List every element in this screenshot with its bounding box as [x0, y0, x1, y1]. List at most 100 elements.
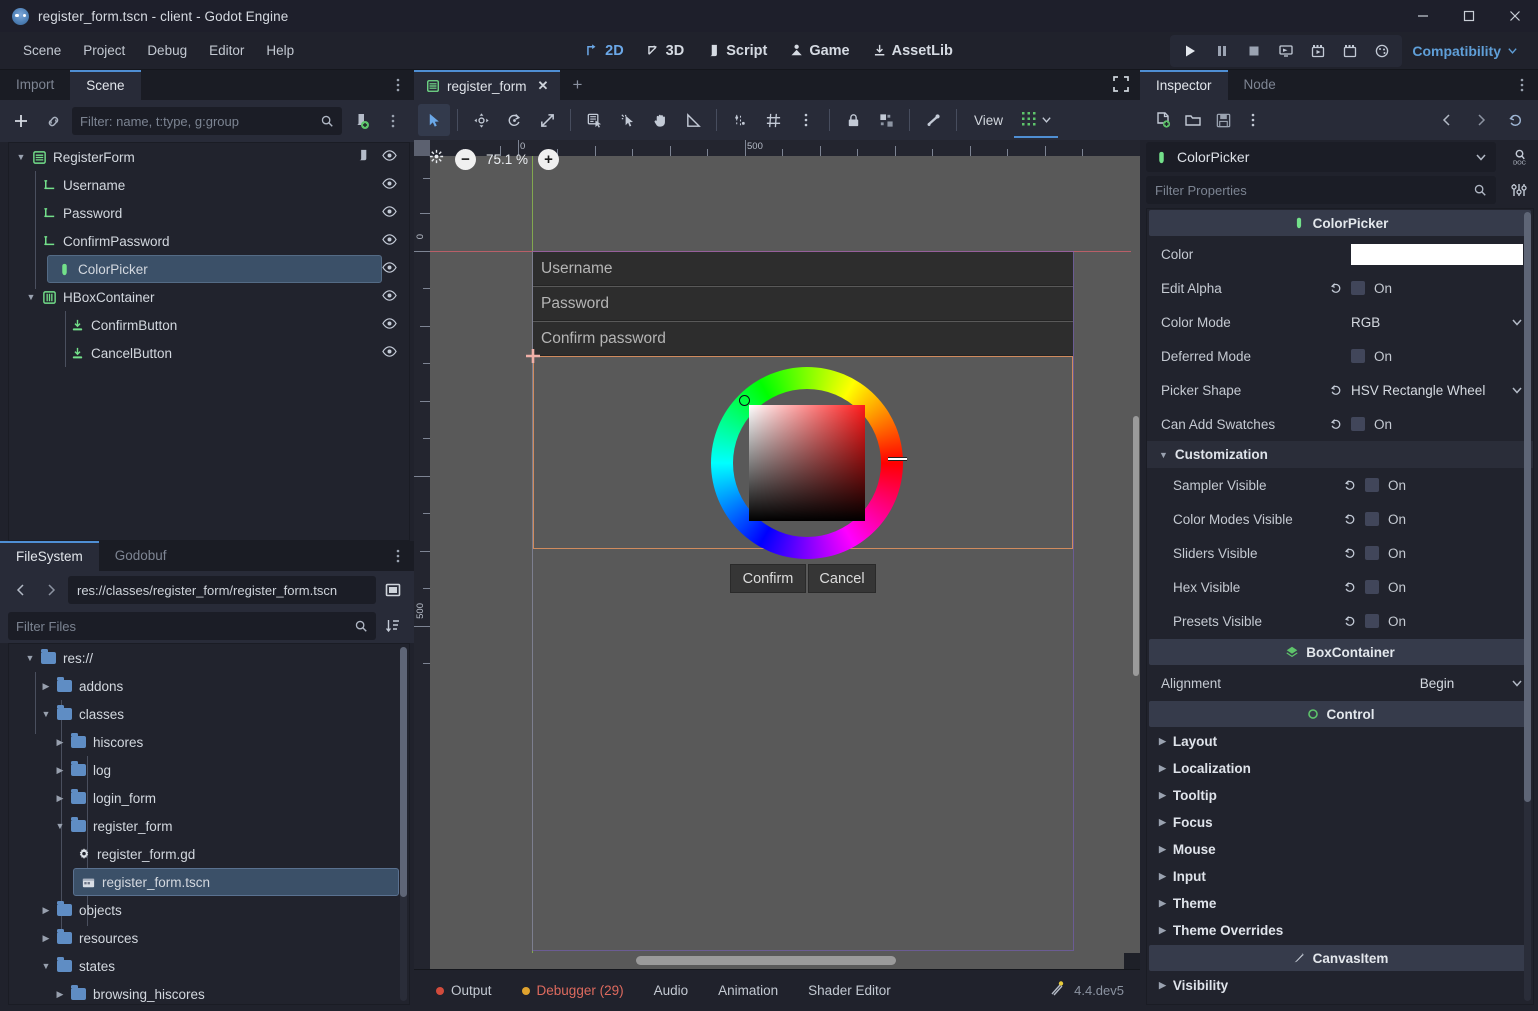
play-button[interactable]	[1174, 37, 1206, 65]
filesystem-scrollbar-thumb[interactable]	[400, 647, 407, 897]
tab-assetlib[interactable]: AssetLib	[863, 39, 962, 63]
history-forward-button[interactable]	[38, 577, 64, 603]
zoom-in-button[interactable]: +	[538, 148, 560, 170]
canvas-horizontal-scrollbar[interactable]	[430, 953, 1124, 969]
dropdown-control[interactable]: RGB	[1351, 315, 1523, 330]
property-group-input[interactable]: ▶ Input	[1147, 863, 1533, 890]
tab-import[interactable]: Import	[0, 70, 70, 100]
attach-script-button[interactable]	[348, 108, 374, 134]
inspector-scrollbar-thumb[interactable]	[1524, 212, 1531, 802]
visibility-toggle-icon[interactable]	[382, 316, 397, 334]
revert-icon[interactable]	[1327, 281, 1345, 295]
preview-field-password[interactable]: Password	[533, 287, 1073, 321]
scene-options-button[interactable]	[380, 108, 406, 134]
fs-item-objects[interactable]: ▶ objects	[9, 896, 409, 924]
tab-3d[interactable]: 3D	[637, 39, 694, 63]
property-group-customization[interactable]: ▼ Customization	[1147, 441, 1533, 468]
property-group-visibility[interactable]: ▶ Visibility	[1147, 972, 1533, 999]
checkbox-control[interactable]: On	[1365, 546, 1523, 561]
preview-confirm-button[interactable]: Confirm	[730, 564, 806, 593]
scene-tree-item-colorpicker[interactable]: ColorPicker	[47, 255, 382, 283]
history-back-button[interactable]	[8, 577, 34, 603]
checkbox-control[interactable]: On	[1351, 417, 1523, 432]
scene-tree-item-cancelbutton[interactable]: CancelButton	[9, 339, 409, 367]
visibility-toggle-icon[interactable]	[382, 148, 397, 166]
bottom-tab-output[interactable]: Output	[430, 979, 498, 1002]
inspector-scrollbar[interactable]	[1524, 212, 1531, 1001]
chevron-right-icon[interactable]: ▶	[1159, 898, 1166, 909]
property-group-layout[interactable]: ▶ Layout	[1147, 728, 1533, 755]
chevron-right-icon[interactable]: ▶	[1159, 817, 1166, 828]
selection-pivot-handle[interactable]	[526, 349, 540, 363]
menu-debug[interactable]: Debug	[136, 39, 198, 62]
scene-canvas[interactable]: Username Password Confirm password Confi…	[430, 156, 1140, 953]
checkbox-icon[interactable]	[1365, 478, 1379, 492]
scale-tool-button[interactable]	[531, 104, 563, 136]
property-group-ordering[interactable]: ▶ Ordering	[1147, 999, 1533, 1004]
tab-node[interactable]: Node	[1228, 70, 1292, 100]
inspector-dock-menu-icon[interactable]	[1514, 77, 1530, 98]
property-row-color-mode[interactable]: Color Mode RGB	[1147, 305, 1533, 339]
property-row-presets-visible[interactable]: Presets Visible On	[1147, 604, 1533, 638]
property-row-edit-alpha[interactable]: Edit Alpha On	[1147, 271, 1533, 305]
canvas-viewport[interactable]: Username Password Confirm password Confi…	[414, 140, 1140, 969]
pan-tool-button[interactable]	[644, 104, 676, 136]
chevron-down-icon[interactable]: ▼	[23, 653, 37, 663]
property-group-tooltip[interactable]: ▶ Tooltip	[1147, 782, 1533, 809]
menu-editor[interactable]: Editor	[198, 39, 255, 62]
chevron-down-icon[interactable]: ▼	[39, 709, 53, 719]
sort-files-button[interactable]	[380, 613, 406, 639]
property-group-localization[interactable]: ▶ Localization	[1147, 755, 1533, 782]
visibility-toggle-icon[interactable]	[382, 232, 397, 250]
tab-2d[interactable]: 2D	[576, 39, 633, 63]
add-node-button[interactable]	[8, 108, 34, 134]
filesystem-tree[interactable]: ▼ res:// ▶ addons ▼ classes ▶ hiscores ▶…	[8, 643, 410, 1005]
property-row-hex-visible[interactable]: Hex Visible On	[1147, 570, 1533, 604]
zoom-out-button[interactable]: −	[455, 148, 476, 170]
load-resource-button[interactable]	[1180, 107, 1206, 133]
chevron-right-icon[interactable]: ▶	[1159, 871, 1166, 882]
hue-ring-marker[interactable]	[888, 457, 907, 461]
view-menu-button[interactable]: View	[964, 107, 1013, 134]
chevron-down-icon[interactable]: ▼	[39, 961, 53, 971]
filesystem-dock-menu-icon[interactable]	[390, 548, 406, 569]
checkbox-icon[interactable]	[1351, 417, 1365, 431]
revert-icon[interactable]	[1327, 417, 1345, 431]
skeleton-options-button[interactable]	[917, 104, 949, 136]
list-select-tool-button[interactable]	[578, 104, 610, 136]
canvas-vertical-scrollbar[interactable]	[1131, 156, 1140, 953]
revert-icon[interactable]	[1341, 478, 1359, 492]
scene-filter-box[interactable]	[72, 107, 342, 135]
checkbox-icon[interactable]	[1351, 349, 1365, 363]
bottom-tab-audio[interactable]: Audio	[648, 979, 695, 1002]
bottom-tab-debugger[interactable]: Debugger (29)	[516, 979, 630, 1002]
revert-icon[interactable]	[1341, 614, 1359, 628]
chevron-right-icon[interactable]: ▶	[1159, 844, 1166, 855]
chevron-right-icon[interactable]: ▶	[53, 737, 67, 748]
visibility-toggle-icon[interactable]	[382, 204, 397, 222]
scene-tree-item-username[interactable]: Username	[9, 171, 409, 199]
property-group-theme[interactable]: ▶ Theme	[1147, 890, 1533, 917]
checkbox-control[interactable]: On	[1365, 580, 1523, 595]
fs-item-states[interactable]: ▼ states	[9, 952, 409, 980]
scene-tree-item-confirmbutton[interactable]: ConfirmButton	[9, 311, 409, 339]
inspector-options-button[interactable]	[1506, 177, 1532, 203]
lock-button[interactable]	[837, 104, 869, 136]
tab-godobuf[interactable]: Godobuf	[99, 541, 183, 571]
fs-item-register-form-gd[interactable]: register_form.gd	[9, 840, 409, 868]
property-row-sampler-visible[interactable]: Sampler Visible On	[1147, 468, 1533, 502]
scene-filter-input[interactable]	[80, 113, 314, 129]
history-prev-button[interactable]	[1434, 107, 1460, 133]
revert-icon[interactable]	[1327, 383, 1345, 397]
checkbox-control[interactable]: On	[1351, 281, 1523, 296]
fs-item-register-form[interactable]: ▼ register_form	[9, 812, 409, 840]
visibility-toggle-icon[interactable]	[382, 344, 397, 362]
tab-scene[interactable]: Scene	[70, 70, 141, 100]
bottom-tab-animation[interactable]: Animation	[712, 979, 784, 1002]
menu-help[interactable]: Help	[255, 39, 305, 62]
group-button[interactable]	[870, 104, 902, 136]
filesystem-path-field[interactable]: res://classes/register_form/register_for…	[68, 576, 376, 604]
revert-icon[interactable]	[1341, 512, 1359, 526]
distraction-free-mode-button[interactable]	[1112, 75, 1130, 98]
fs-item-register-form-tscn[interactable]: register_form.tscn	[73, 868, 399, 896]
